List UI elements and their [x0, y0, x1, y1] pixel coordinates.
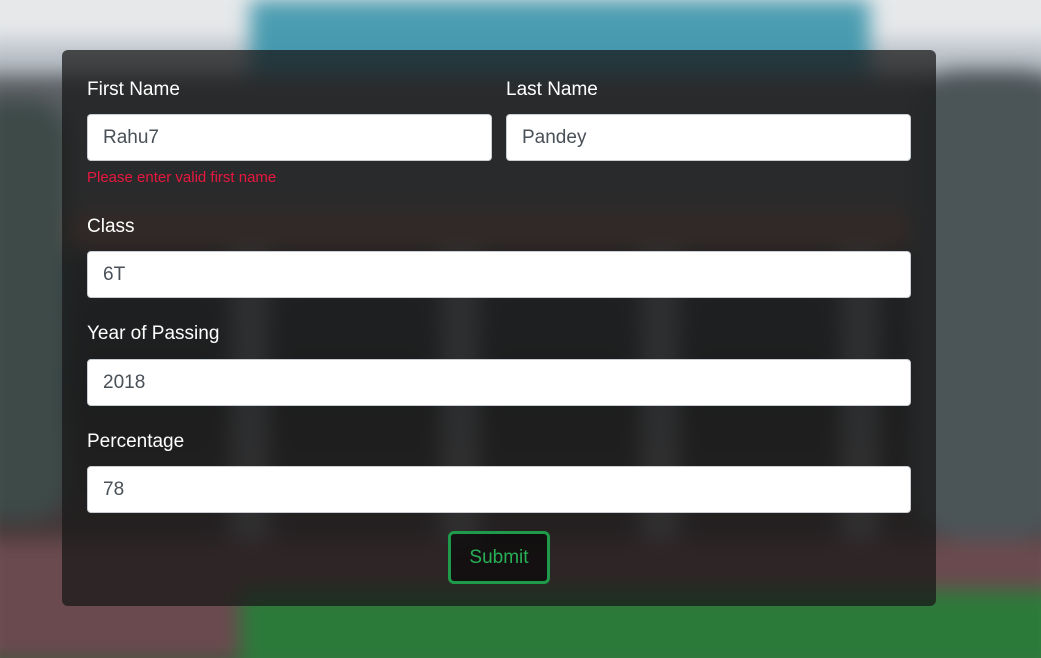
year-of-passing-input[interactable] — [87, 359, 911, 406]
last-name-input[interactable] — [506, 114, 911, 161]
first-name-error-message: Please enter valid first name — [87, 169, 277, 186]
submit-button[interactable]: Submit — [448, 531, 550, 584]
student-form: First Name Please enter valid first name… — [62, 50, 936, 606]
percentage-input[interactable] — [87, 466, 911, 513]
class-input[interactable] — [87, 251, 911, 298]
class-label: Class — [87, 216, 135, 237]
first-name-input[interactable] — [87, 114, 492, 161]
first-name-label: First Name — [87, 79, 180, 100]
last-name-label: Last Name — [506, 79, 598, 100]
year-of-passing-label: Year of Passing — [87, 323, 220, 344]
background-tree — [0, 100, 70, 520]
percentage-label: Percentage — [87, 431, 185, 452]
